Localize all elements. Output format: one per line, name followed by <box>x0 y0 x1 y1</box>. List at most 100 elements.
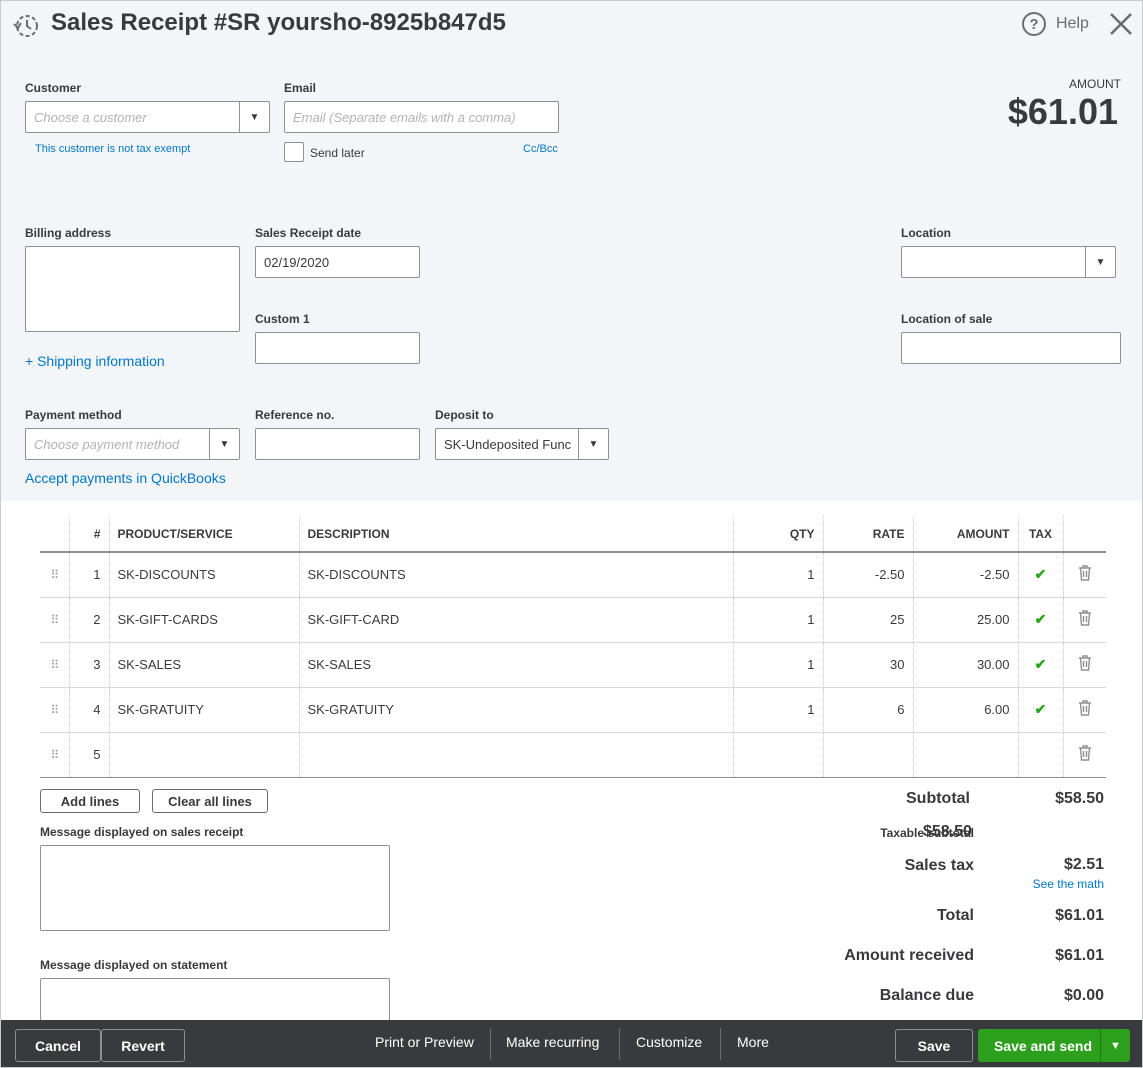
table-header-product: PRODUCT/SERVICE <box>108 516 299 553</box>
table-row[interactable]: ⠿ 1 SK-DISCOUNTS SK-DISCOUNTS 1 -2.50 -2.50 ✔ <box>40 552 1106 598</box>
cc-bcc-link[interactable]: Cc/Bcc <box>523 143 558 155</box>
rate-cell[interactable] <box>822 732 913 778</box>
deposit-to-select[interactable]: SK-Undeposited Func ▼ <box>435 428 609 460</box>
rate-cell[interactable]: 6 <box>822 687 913 733</box>
table-row[interactable]: ⠿ 5 <box>40 732 1106 778</box>
description-cell[interactable]: SK-GRATUITY <box>298 687 733 733</box>
drag-handle-icon[interactable]: ⠿ <box>40 552 69 598</box>
receipt-date-label: Sales Receipt date <box>255 226 362 240</box>
check-icon[interactable] <box>1017 732 1063 778</box>
description-cell[interactable]: SK-GIFT-CARD <box>298 597 733 643</box>
location-of-sale-field[interactable] <box>901 332 1121 364</box>
description-cell[interactable] <box>298 732 733 778</box>
check-icon[interactable]: ✔ <box>1017 597 1063 643</box>
amount-cell[interactable] <box>912 732 1018 778</box>
payment-method-select[interactable]: Choose payment method ▼ <box>25 428 240 460</box>
email-field[interactable]: Email (Separate emails with a comma) <box>284 101 559 133</box>
drag-handle-icon[interactable]: ⠿ <box>40 732 69 778</box>
check-icon[interactable]: ✔ <box>1017 687 1063 733</box>
qty-cell[interactable]: 1 <box>732 687 823 733</box>
drag-handle-icon[interactable]: ⠿ <box>40 597 69 643</box>
chevron-down-icon[interactable]: ▼ <box>1100 1029 1130 1062</box>
balance-due-value: $0.00 <box>1063 987 1104 1004</box>
drag-handle-icon[interactable]: ⠿ <box>40 642 69 688</box>
accept-payments-link[interactable]: Accept payments in QuickBooks <box>25 470 226 486</box>
print-preview-link[interactable]: Print or Preview <box>375 1034 474 1050</box>
save-and-send-button[interactable]: Save and send ▼ <box>978 1029 1130 1062</box>
billing-address-field[interactable] <box>25 246 240 332</box>
send-later-checkbox[interactable] <box>284 142 304 162</box>
help-button[interactable]: ? Help <box>1022 12 1089 36</box>
trash-icon[interactable] <box>1062 687 1106 733</box>
table-row[interactable]: ⠿ 3 SK-SALES SK-SALES 1 30 30.00 ✔ <box>40 642 1106 688</box>
table-header-row: # PRODUCT/SERVICE DESCRIPTION QTY RATE A… <box>40 516 1106 553</box>
table-header-handle <box>40 516 69 553</box>
help-label: Help <box>1056 15 1089 32</box>
clear-all-lines-button[interactable]: Clear all lines <box>152 789 268 813</box>
customer-label: Customer <box>25 81 82 95</box>
rate-cell[interactable]: 25 <box>822 597 913 643</box>
rate-cell[interactable]: -2.50 <box>822 552 913 598</box>
more-link[interactable]: More <box>737 1034 769 1050</box>
qty-cell[interactable]: 1 <box>732 552 823 598</box>
receipt-message-field[interactable] <box>40 845 390 931</box>
trash-icon[interactable] <box>1062 732 1106 778</box>
location-select[interactable]: ▼ <box>901 246 1116 278</box>
dropdown-arrow-icon[interactable]: ▼ <box>209 429 239 459</box>
table-row[interactable]: ⠿ 4 SK-GRATUITY SK-GRATUITY 1 6 6.00 ✔ <box>40 687 1106 733</box>
amount-label: AMOUNT <box>1069 77 1121 91</box>
amount-cell[interactable]: 25.00 <box>912 597 1018 643</box>
qty-cell[interactable]: 1 <box>732 597 823 643</box>
trash-icon[interactable] <box>1062 642 1106 688</box>
amount-value: $61.01 <box>1007 91 1118 132</box>
table-header-qty: QTY <box>732 516 823 553</box>
cancel-button[interactable]: Cancel <box>15 1029 101 1062</box>
table-header-tax: TAX <box>1017 516 1063 553</box>
line-items-table: # PRODUCT/SERVICE DESCRIPTION QTY RATE A… <box>40 516 1106 778</box>
footer-bar: Cancel Revert Print or Preview Make recu… <box>1 1020 1142 1067</box>
product-cell[interactable] <box>108 732 299 778</box>
amount-cell[interactable]: 30.00 <box>912 642 1018 688</box>
amount-received-label: Amount received <box>844 947 974 964</box>
add-lines-button[interactable]: Add lines <box>40 789 140 813</box>
trash-icon[interactable] <box>1062 597 1106 643</box>
receipt-date-value: 02/19/2020 <box>264 254 330 270</box>
receipt-date-field[interactable]: 02/19/2020 <box>255 246 420 278</box>
product-cell[interactable]: SK-SALES <box>108 642 299 688</box>
table-header-num: # <box>68 516 109 553</box>
custom1-field[interactable] <box>255 332 420 364</box>
check-icon[interactable]: ✔ <box>1017 552 1063 598</box>
description-cell[interactable]: SK-SALES <box>298 642 733 688</box>
product-cell[interactable]: SK-GRATUITY <box>108 687 299 733</box>
save-and-send-label[interactable]: Save and send <box>978 1038 1100 1054</box>
close-icon[interactable] <box>1106 9 1136 39</box>
shipping-information-link[interactable]: + Shipping information <box>25 353 165 369</box>
product-cell[interactable]: SK-DISCOUNTS <box>108 552 299 598</box>
see-the-math-link[interactable]: See the math <box>1033 877 1104 891</box>
amount-cell[interactable]: 6.00 <box>912 687 1018 733</box>
product-cell[interactable]: SK-GIFT-CARDS <box>108 597 299 643</box>
dropdown-arrow-icon[interactable]: ▼ <box>239 102 269 132</box>
description-cell[interactable]: SK-DISCOUNTS <box>298 552 733 598</box>
qty-cell[interactable] <box>732 732 823 778</box>
sales-tax-value: $2.51 <box>1063 856 1104 873</box>
amount-cell[interactable]: -2.50 <box>912 552 1018 598</box>
table-row[interactable]: ⠿ 2 SK-GIFT-CARDS SK-GIFT-CARD 1 25 25.00 ✔ <box>40 597 1106 643</box>
rate-cell[interactable]: 30 <box>822 642 913 688</box>
reference-field[interactable] <box>255 428 420 460</box>
check-icon[interactable]: ✔ <box>1017 642 1063 688</box>
trash-icon[interactable] <box>1062 552 1106 598</box>
save-button[interactable]: Save <box>895 1029 973 1062</box>
qty-cell[interactable]: 1 <box>732 642 823 688</box>
location-of-sale-label: Location of sale <box>901 312 993 326</box>
dropdown-arrow-icon[interactable]: ▼ <box>578 429 608 459</box>
dropdown-arrow-icon[interactable]: ▼ <box>1085 247 1115 277</box>
revert-button[interactable]: Revert <box>101 1029 185 1062</box>
history-icon[interactable] <box>12 12 40 40</box>
payment-method-placeholder: Choose payment method <box>34 436 180 452</box>
make-recurring-link[interactable]: Make recurring <box>506 1034 599 1050</box>
drag-handle-icon[interactable]: ⠿ <box>40 687 69 733</box>
customer-select[interactable]: Choose a customer ▼ <box>25 101 270 133</box>
customize-link[interactable]: Customize <box>636 1034 702 1050</box>
tax-exempt-link[interactable]: This customer is not tax exempt <box>35 143 190 155</box>
